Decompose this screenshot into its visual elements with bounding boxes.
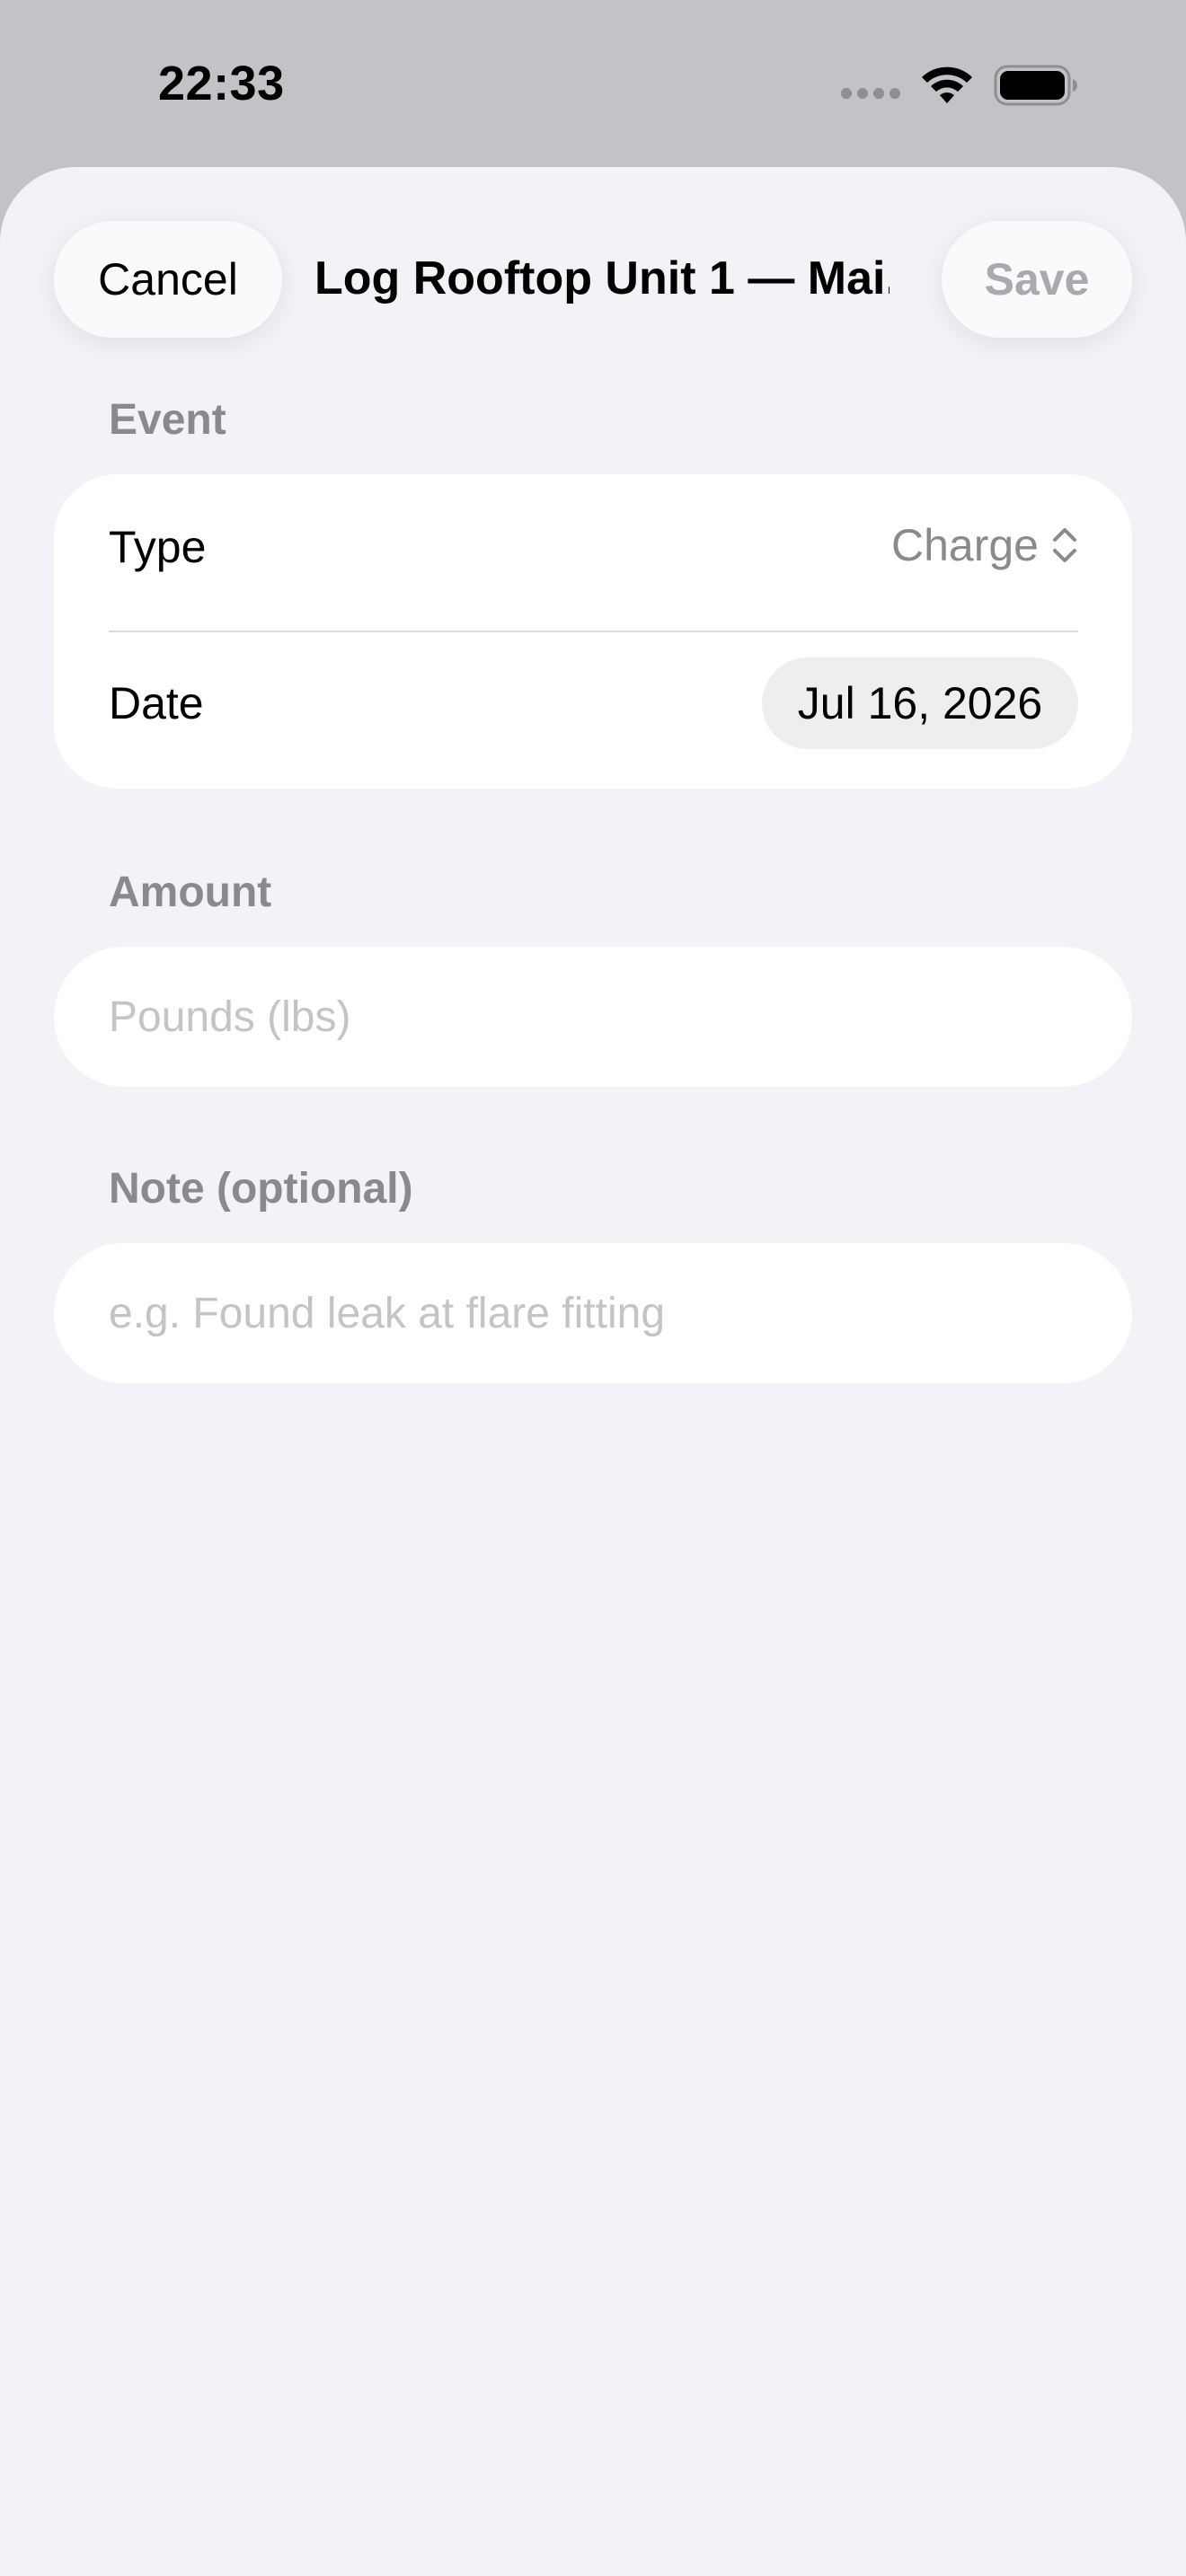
cellular-signal-icon (841, 88, 900, 99)
chevron-up-down-icon (1053, 528, 1076, 562)
amount-card (54, 947, 1132, 1087)
amount-section-header: Amount (109, 869, 272, 916)
status-time: 22:33 (158, 57, 285, 110)
status-icons (841, 65, 1078, 106)
date-label: Date (109, 678, 204, 728)
battery-icon (994, 65, 1077, 106)
event-section-header: Event (109, 396, 226, 444)
type-value: Charge (891, 520, 1039, 570)
note-input[interactable] (109, 1288, 1061, 1338)
type-label: Type (109, 522, 207, 572)
sheet-title: Log Rooftop Unit 1 — Mai... (314, 252, 890, 304)
event-card: Type Charge Date Jul 16, 2026 (54, 474, 1132, 789)
save-button[interactable]: Save (942, 221, 1132, 338)
type-picker[interactable]: Charge (891, 519, 1078, 571)
wifi-icon (922, 66, 972, 103)
note-section-header: Note (optional) (109, 1165, 413, 1213)
cancel-button[interactable]: Cancel (54, 221, 282, 338)
row-divider (109, 631, 1078, 632)
status-bar: 22:33 (0, 0, 1186, 167)
log-event-sheet: Cancel Log Rooftop Unit 1 — Mai... Save … (0, 167, 1186, 2576)
note-card (54, 1243, 1132, 1383)
amount-input[interactable] (109, 992, 1061, 1042)
date-picker-button[interactable]: Jul 16, 2026 (762, 657, 1078, 749)
